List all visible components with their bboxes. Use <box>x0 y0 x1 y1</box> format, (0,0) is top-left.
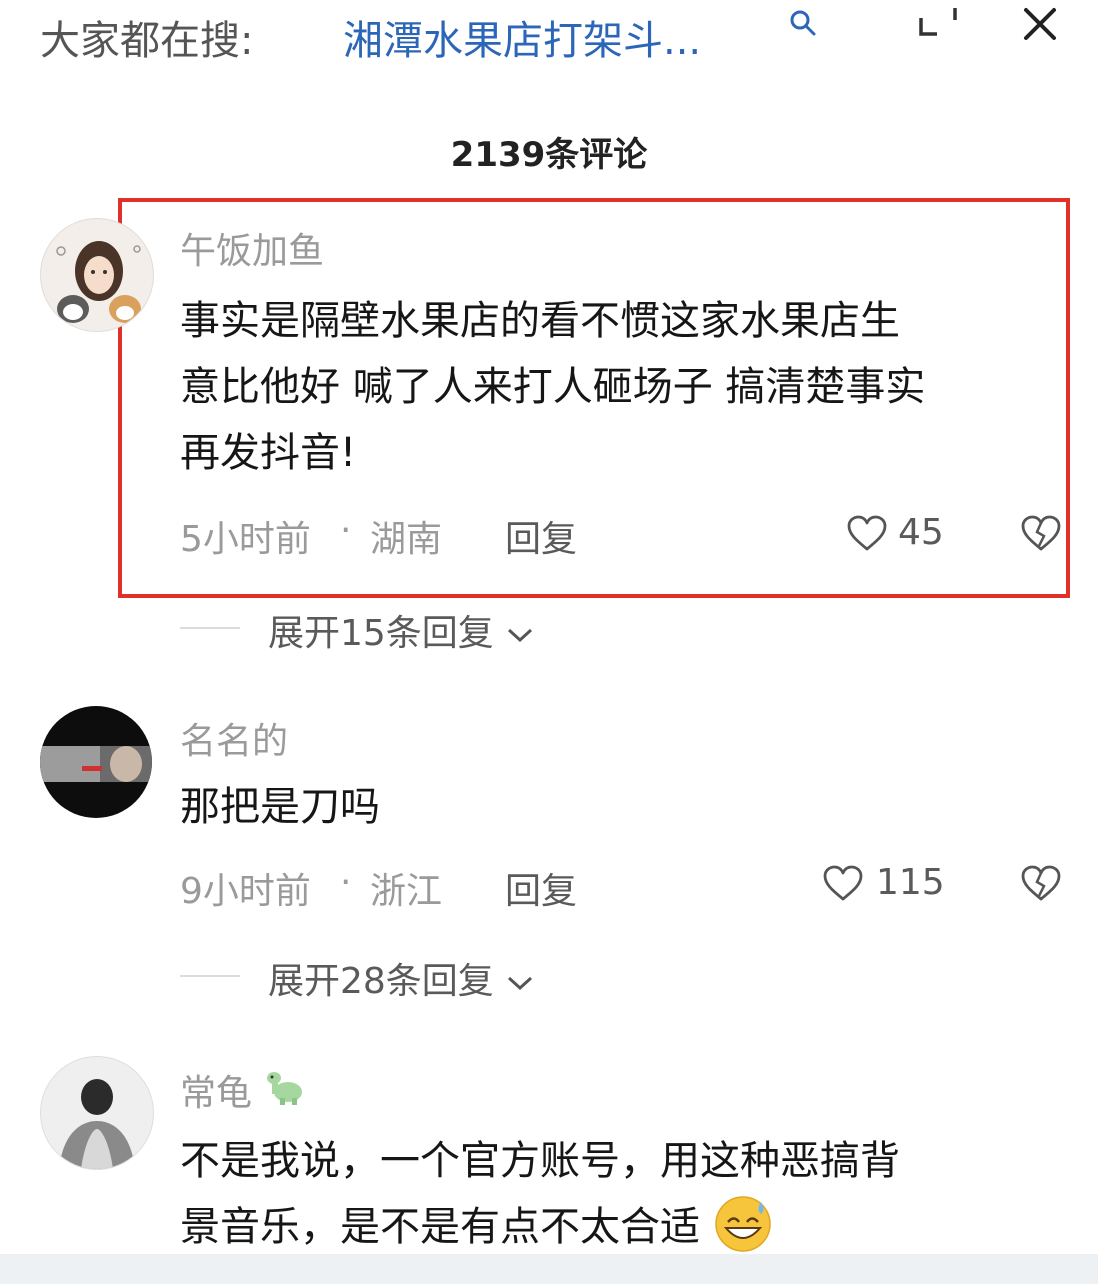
comment-time: 9小时前 <box>180 871 311 912</box>
reply-button[interactable]: 回复 <box>505 510 577 562</box>
comment-count-title: 2139条评论 <box>450 135 648 175</box>
comment-text: 不是我说，一个官方账号，用这种恶搞背 景音乐，是不是有点不太合适 <box>180 1128 900 1260</box>
like-count: 45 <box>898 512 944 553</box>
search-prefix: 大家都在搜: <box>40 18 254 64</box>
shrink-icon[interactable] <box>915 4 961 44</box>
like-count: 115 <box>876 862 945 903</box>
search-icon[interactable] <box>788 8 818 38</box>
comment-time: 5小时前 <box>180 519 311 560</box>
meta-separator: · <box>340 510 352 551</box>
chevron-down-icon <box>508 976 533 991</box>
chevron-down-icon <box>508 628 533 643</box>
comment-text-line: 不是我说，一个官方账号，用这种恶搞背 <box>180 1138 900 1184</box>
top-search-bar[interactable]: 大家都在搜: 湘潭水果店打架斗... <box>0 0 1098 70</box>
comment-username[interactable]: 常龟 <box>180 1064 252 1116</box>
divider-line <box>180 975 240 977</box>
avatar-photo <box>41 1057 153 1169</box>
heart-outline-icon[interactable] <box>822 864 864 902</box>
divider-line <box>180 627 240 629</box>
comment-location: 浙江 <box>370 871 443 912</box>
grinning-sweat-emoji-icon <box>714 1196 771 1252</box>
expand-replies-button[interactable]: 展开15条回复 <box>268 604 535 656</box>
broken-heart-icon[interactable] <box>1020 513 1062 553</box>
reply-button[interactable]: 回复 <box>505 862 577 914</box>
comment-text-line: 事实是隔壁水果店的看不惯这家水果店生 <box>180 298 900 344</box>
avatar[interactable] <box>40 706 152 818</box>
avatar[interactable] <box>40 1056 154 1170</box>
avatar-photo <box>40 746 152 782</box>
search-suggestion-link[interactable]: 湘潭水果店打架斗... <box>343 8 701 66</box>
comment-text-line: 那把是刀吗 <box>180 784 380 830</box>
avatar[interactable] <box>40 218 154 332</box>
bottom-edge-strip <box>0 1254 1098 1284</box>
comment-text-line: 再发抖音! <box>180 430 357 476</box>
comment-text-line: 意比他好 喊了人来打人砸场子 搞清楚事实 <box>180 364 926 410</box>
expand-replies-label: 展开15条回复 <box>268 613 494 654</box>
comment-text: 事实是隔壁水果店的看不惯这家水果店生 意比他好 喊了人来打人砸场子 搞清楚事实 … <box>180 288 925 486</box>
dinosaur-emoji-icon <box>267 1072 302 1105</box>
expand-replies-label: 展开28条回复 <box>268 961 494 1002</box>
comment-username[interactable]: 午饭加鱼 <box>180 222 324 274</box>
comment-username[interactable]: 名名的 <box>180 712 288 764</box>
comment-location: 湖南 <box>370 519 443 560</box>
heart-outline-icon[interactable] <box>846 514 888 552</box>
broken-heart-icon[interactable] <box>1020 863 1062 903</box>
comment-text-segment: 景音乐，是不是有点不太合适 <box>180 1204 700 1250</box>
expand-replies-button[interactable]: 展开28条回复 <box>268 952 535 1004</box>
comment-text-line: 景音乐，是不是有点不太合适 <box>180 1194 900 1260</box>
meta-separator: · <box>340 862 352 903</box>
avatar-illustration <box>56 241 141 323</box>
close-icon[interactable] <box>1018 2 1062 46</box>
